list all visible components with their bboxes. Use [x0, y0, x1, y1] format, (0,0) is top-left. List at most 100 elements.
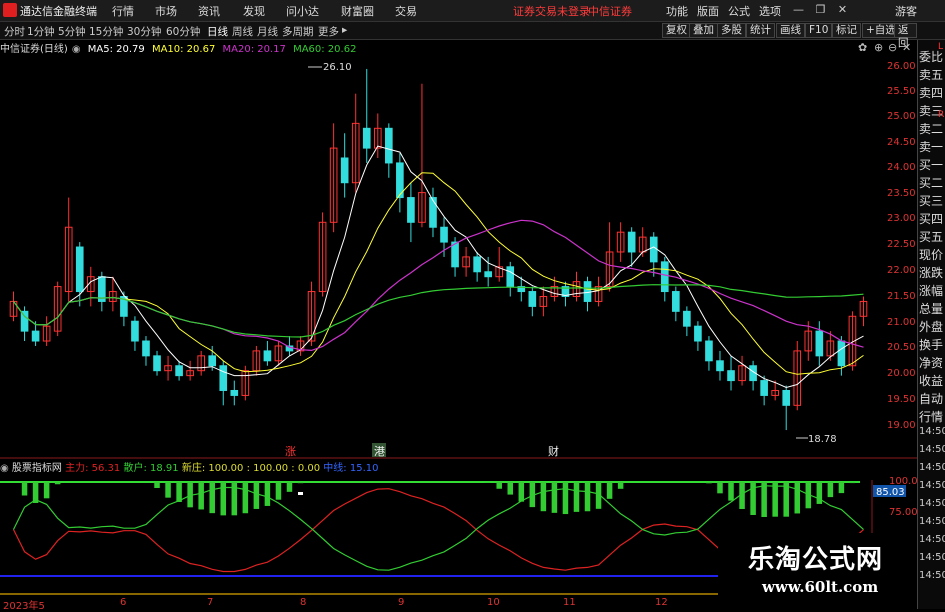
overlay-button[interactable]: 叠加 [689, 23, 718, 38]
rp-sell2[interactable]: 卖二 [919, 120, 945, 137]
period-fenshi[interactable]: 分时 [4, 24, 25, 39]
close-icon[interactable]: ✕ [834, 2, 851, 18]
rp-auto[interactable]: 自动 [919, 390, 945, 407]
candle[interactable] [484, 271, 492, 278]
period-1min[interactable]: 1分钟 [27, 24, 55, 39]
period-60min[interactable]: 60分钟 [166, 24, 200, 39]
candle[interactable] [815, 330, 824, 357]
candle[interactable] [672, 291, 680, 312]
period-more[interactable]: 更多 [318, 24, 339, 39]
period-multi[interactable]: 多周期 [282, 24, 314, 39]
menu-item-discover[interactable]: 发现 [243, 3, 265, 19]
candle[interactable] [660, 261, 669, 293]
candle[interactable] [340, 157, 349, 184]
period-30min[interactable]: 30分钟 [127, 24, 161, 39]
candle[interactable] [837, 340, 846, 367]
period-monthly[interactable]: 月线 [257, 24, 278, 39]
kline-chart[interactable]: 26.10 18.78 涨 港 财 100.0 85.03 75.00 [0, 40, 917, 597]
candle[interactable] [219, 365, 228, 391]
menu-item-market[interactable]: 行情 [112, 3, 134, 19]
menu-item-exchange[interactable]: 市场 [155, 3, 177, 19]
minimize-icon[interactable]: — [790, 2, 807, 18]
menu-item-trade[interactable]: 交易 [395, 3, 417, 19]
candle[interactable] [263, 350, 272, 362]
candle[interactable] [429, 197, 437, 228]
back-button[interactable]: 返回 [894, 23, 917, 49]
candle[interactable] [705, 340, 713, 362]
candle[interactable] [506, 266, 515, 288]
candle[interactable] [208, 355, 217, 367]
rp-change[interactable]: 涨跌 [919, 264, 945, 281]
guest-label[interactable]: 游客 [895, 3, 917, 19]
candle[interactable] [230, 389, 239, 396]
draw-line-button[interactable]: 画线 [776, 23, 805, 38]
broker-name[interactable]: 中信证券 [588, 3, 632, 19]
candle[interactable] [782, 389, 791, 406]
marker-gang[interactable]: 港 [374, 445, 385, 458]
candle[interactable] [727, 370, 735, 382]
rp-turnover[interactable]: 换手 [919, 336, 945, 353]
rp-sell5[interactable]: 卖五 [919, 66, 945, 83]
candle[interactable] [583, 281, 592, 302]
menu-item-ask[interactable]: 问小达 [286, 3, 319, 19]
rp-buy2[interactable]: 买二 [919, 174, 945, 191]
candle[interactable] [528, 291, 537, 307]
candle[interactable] [760, 380, 768, 396]
menu-item-wealth[interactable]: 财富圈 [341, 3, 374, 19]
candle[interactable] [75, 246, 84, 293]
menu-item-layout[interactable]: 版面 [697, 3, 719, 19]
period-weekly[interactable]: 周线 [232, 24, 253, 39]
candle[interactable] [649, 236, 658, 263]
login-status[interactable]: 证券交易未登录 [513, 3, 590, 19]
marker-cai[interactable]: 财 [548, 444, 559, 458]
candle[interactable] [385, 127, 393, 164]
rp-sell1[interactable]: 卖一 [919, 138, 945, 155]
candle[interactable] [142, 340, 150, 357]
f10-button[interactable]: F10 [805, 23, 833, 38]
adjust-button[interactable]: 复权 [662, 23, 691, 38]
candle[interactable] [694, 325, 702, 342]
rp-earnings[interactable]: 收益 [919, 372, 945, 389]
period-daily[interactable]: 日线 [207, 24, 228, 39]
candle[interactable] [131, 320, 139, 342]
indicator-settings-icon[interactable]: ◉ [0, 463, 9, 474]
period-5min[interactable]: 5分钟 [58, 24, 86, 39]
rp-outer[interactable]: 外盘 [919, 318, 945, 335]
candle[interactable] [440, 226, 448, 243]
period-15min[interactable]: 15分钟 [89, 24, 123, 39]
multi-stock-button[interactable]: 多股 [717, 23, 746, 38]
rp-change-pct[interactable]: 涨幅 [919, 282, 945, 299]
restore-icon[interactable]: ❐ [812, 2, 829, 18]
rp-net-asset[interactable]: 净资 [919, 354, 945, 371]
price-tick: 19.50 [887, 394, 916, 405]
date-label: 10 [487, 597, 500, 608]
rp-buy1[interactable]: 买一 [919, 156, 945, 173]
candle[interactable] [153, 355, 161, 372]
candle[interactable] [627, 231, 636, 253]
mark-button[interactable]: 标记 [832, 23, 861, 38]
indicator-name[interactable]: 股票指标网 [12, 463, 62, 474]
period-more-arrow-icon[interactable]: ▸ [342, 24, 347, 36]
rp-volume[interactable]: 总量 [919, 300, 945, 317]
menu-item-formula[interactable]: 公式 [728, 3, 750, 19]
rp-buy5[interactable]: 买五 [919, 228, 945, 245]
menu-item-options[interactable]: 选项 [759, 3, 781, 19]
candle[interactable] [362, 127, 371, 149]
menu-item-news[interactable]: 资讯 [198, 3, 220, 19]
candle[interactable] [683, 310, 691, 327]
candle[interactable] [716, 360, 724, 372]
candle[interactable] [20, 310, 29, 332]
candle[interactable] [473, 256, 481, 273]
rp-sell4[interactable]: 卖四 [919, 84, 945, 101]
marker-zhang[interactable]: 涨 [285, 445, 296, 458]
candle[interactable] [175, 365, 183, 377]
rp-price[interactable]: 现价 [919, 246, 945, 263]
candle[interactable] [407, 197, 415, 223]
candle[interactable] [31, 330, 40, 342]
rp-buy3[interactable]: 买三 [919, 192, 945, 209]
rp-buy4[interactable]: 买四 [919, 210, 945, 227]
menu-item-function[interactable]: 功能 [666, 3, 688, 19]
statistics-button[interactable]: 统计 [746, 23, 775, 38]
rp-quote[interactable]: 行情 [919, 408, 945, 425]
rp-time: 14:50 [919, 534, 945, 545]
